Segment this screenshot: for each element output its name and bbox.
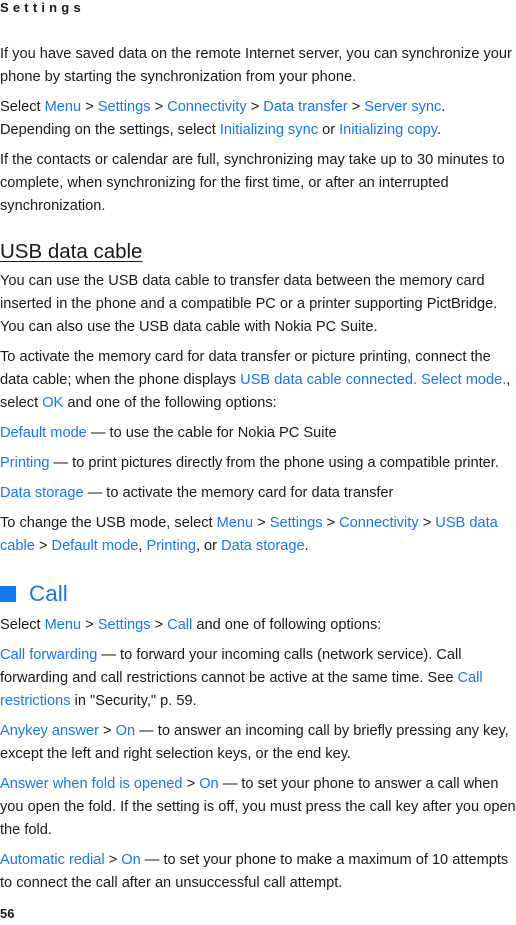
menu-path-menu: Menu [44,617,82,633]
call-option-automatic-redial: Automatic redial > On — to set your phon… [0,849,516,895]
path-separator: > [81,617,98,633]
path-separator: > [322,515,340,531]
option-term: Default mode [0,425,87,441]
sync-paragraph-3: If the contacts or calendar are full, sy… [0,152,505,214]
page-content: If you have saved data on the remote Int… [0,43,516,902]
text: Select [0,617,45,633]
path-separator: > [246,99,264,115]
option-term: Data storage [0,485,84,501]
usb-section-heading: USB data cable [0,240,143,263]
text: and one of the following options: [63,395,277,411]
option-term: Printing [0,455,50,471]
text: . [304,538,309,554]
usb-paragraph-1: You can use the USB data cable to transf… [0,273,498,335]
option-term: Answer when fold is opened [0,776,183,792]
menu-path-data-transfer: Data transfer [263,99,348,115]
running-head: Settings [0,0,85,15]
path-separator: > [98,723,116,739]
menu-path-menu: Menu [216,515,254,531]
path-separator: > [150,99,168,115]
call-intro: Select Menu > Settings > Call and one of… [0,614,516,637]
usb-change-mode-paragraph: To change the USB mode, select Menu > Se… [0,512,516,558]
path-separator: > [418,515,436,531]
text: To change the USB mode, select [0,515,217,531]
menu-path-settings: Settings [97,617,151,633]
call-option-anykey-answer: Anykey answer > On — to answer an incomi… [0,720,516,766]
text: in "Security," p. 59. [70,693,197,709]
text: Select [0,99,45,115]
usb-option-data-storage: Data storage — to activate the memory ca… [0,482,516,505]
path-separator: > [150,617,168,633]
option-description: — to activate the memory card for data t… [83,485,394,501]
menu-path-settings: Settings [269,515,323,531]
option-description: — to print pictures directly from the ph… [49,455,499,471]
option-value: On [115,723,136,739]
option-initializing-sync: Initializing sync [219,122,319,138]
menu-path-connectivity: Connectivity [167,99,247,115]
usb-paragraph-2: To activate the memory card for data tra… [0,346,516,415]
usb-connected-message: USB data cable connected. Select mode. [240,372,507,388]
usb-option-default-mode: Default mode — to use the cable for Noki… [0,422,516,445]
option-description: — to use the cable for Nokia PC Suite [86,425,337,441]
option-value: On [199,776,219,792]
ok-option: OK [42,395,64,411]
menu-path-connectivity: Connectivity [339,515,419,531]
manual-page: Settings If you have saved data on the r… [0,0,516,925]
sync-paragraph-1: If you have saved data on the remote Int… [0,46,512,85]
text: and one of following options: [192,617,382,633]
text: or [318,122,340,138]
option-term: Anykey answer [0,723,99,739]
path-separator: > [34,538,52,554]
option-initializing-copy: Initializing copy [339,122,438,138]
menu-path-server-sync: Server sync [364,99,442,115]
menu-path-menu: Menu [44,99,82,115]
option-term: Call forwarding [0,647,98,663]
usb-option-printing: Printing — to print pictures directly fr… [0,452,516,475]
path-separator: > [182,776,200,792]
path-separator: > [253,515,270,531]
option-data-storage: Data storage [221,538,305,554]
page-number: 56 [0,906,15,921]
option-printing: Printing [146,538,196,554]
path-separator: > [104,852,122,868]
path-separator: > [347,99,365,115]
square-bullet-icon [0,586,16,602]
sync-paragraph-2: Select Menu > Settings > Connectivity > … [0,96,516,142]
call-forwarding-item: Call forwarding — to forward your incomi… [0,644,516,713]
option-value: On [121,852,141,868]
call-section-heading: Call [0,580,516,608]
text: . [437,122,442,138]
text: , or [195,538,222,554]
call-option-answer-when-fold-opened: Answer when fold is opened > On — to set… [0,773,516,842]
menu-path-call: Call [167,617,193,633]
option-default-mode: Default mode [51,538,139,554]
menu-path-settings: Settings [97,99,151,115]
path-separator: > [81,99,98,115]
call-heading-text: Call [29,581,68,606]
option-term: Automatic redial [0,852,105,868]
